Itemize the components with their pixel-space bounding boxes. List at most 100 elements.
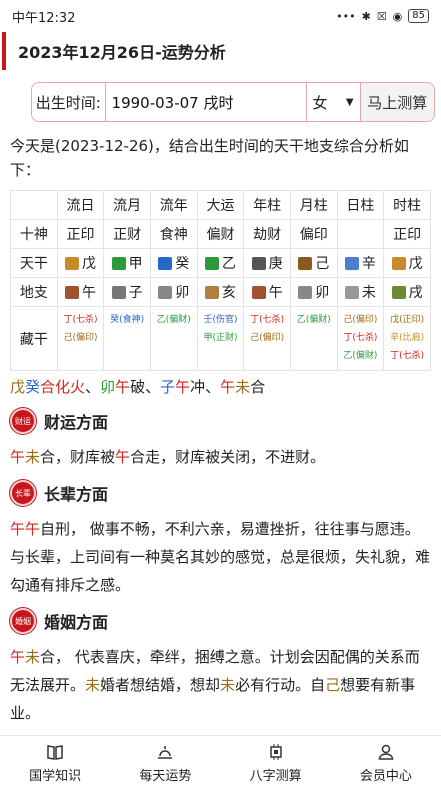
stem-branch-char: 子 [128,285,143,301]
table-cell [336,219,385,249]
relation-fragment: 未 [235,378,251,396]
user-icon [377,743,395,761]
element-symbol-icon [251,286,266,299]
table-cell: 乙 [196,248,245,278]
status-bar: 中午12:32 ••• ✱ ☒ ◉ 85 [0,0,441,32]
status-time: 中午12:32 [12,10,76,26]
element-symbol-icon [111,286,126,299]
table-cell: 己 [289,248,338,278]
section-header: 婚姻 婚姻方面 [10,607,431,635]
text-fragment: 自刑， 做事不畅，不利六亲，易遭挫折，往往事与愿违。与长辈，上司间有一种莫名其妙… [10,520,431,594]
table-cell: 未 [336,277,385,307]
scroll-content[interactable]: 出生时间: 女 ▼ 马上测算 今天是(2023-12-26)，结合出生时间的天干… [0,72,441,735]
birth-time-input[interactable] [105,83,307,121]
stem-branch-char: 卯 [315,285,330,301]
hidden-stem-item: 己(偏印) [343,315,378,325]
table-cell: 癸 [149,248,198,278]
stem-branch-char: 戌 [408,285,423,301]
relation-fragment: 合化火 [40,378,86,396]
element-symbol-icon [158,257,173,270]
book-icon [46,743,64,761]
stem-branch-char: 未 [361,285,376,301]
gender-select[interactable]: 女 ▼ [307,83,361,121]
text-fragment: 未 [220,676,236,694]
element-symbol-icon [111,257,126,270]
birth-label: 出生时间: [32,83,106,121]
section-body: 午午自刑， 做事不畅，不利六亲，易遭挫折，往往事与愿违。与长辈，上司间有一种莫名… [10,515,431,599]
page-title: 2023年12月26日-运势分析 [18,43,226,62]
tab-label: 八字测算 [249,769,302,784]
stem-branch-char: 卯 [175,285,190,301]
table-cell: 丁(七杀) 己(偏印) [243,306,291,371]
table-cell: 己(偏印) 丁(七杀) 乙(偏财) [336,306,385,371]
hidden-stem-item: 壬(伤官) [203,315,238,325]
table-header-cell: 流月 [103,190,151,220]
tab-member[interactable]: 会员中心 [331,736,441,791]
table-cell: 卯 [149,277,198,307]
analysis-sections: 财运 财运方面 午未合，财库被午合走，财库被关闭，不进财。 长辈 长辈方面 午午自刑， 做… [0,407,441,735]
tab-label: 会员中心 [359,769,412,784]
tab-guoxue[interactable]: 国学知识 [0,736,110,791]
section-body: 午未合， 代表喜庆，牵绊，捆缚之意。计划会因配偶的关系而无法展开。未婚者想结婚，… [10,643,431,727]
table-cell: 正印 [383,219,431,249]
table-cell: 庚 [243,248,291,278]
section-title: 长辈方面 [44,485,109,504]
table-cell: 戊(正印) 辛(比肩) 丁(七杀) [383,306,431,371]
relations-line: 戊癸合化火、卯午破、子午冲、午未合 [10,375,431,399]
wifi-icon: ◉ [392,9,403,23]
table-cell: 丁(七杀) 己(偏印) [56,306,105,371]
dropdown-arrow-icon: ▼ [345,96,354,108]
section-title: 婚姻方面 [44,613,109,632]
text-fragment: 未 [85,676,101,694]
text-fragment: 婚者想结婚，想却 [100,676,221,694]
relation-fragment: 癸 [25,378,41,396]
table-cell: 午 [56,277,105,307]
element-symbol-icon [344,286,359,299]
section-title: 财运方面 [44,413,109,432]
gender-value: 女 [312,93,328,112]
sun-icon [156,743,174,761]
element-symbol-icon [158,286,173,299]
zanggan-row: 藏干 丁(七杀) 己(偏印) 癸(食神) 乙(偏财) 壬(伤官) 甲(正财) 丁(七杀) 己(… [10,306,431,371]
stem-branch-char: 庚 [268,256,283,272]
tab-label: 国学知识 [29,769,82,784]
relation-fragment: 合 [250,378,266,396]
relation-fragment: 子 [160,378,176,396]
table-cell: 偏印 [289,219,338,249]
hidden-stem-item: 己(偏印) [63,333,98,343]
tab-bazi[interactable]: 八字测算 [221,736,331,791]
text-fragment: 必有行动。自 [235,676,326,694]
relation-fragment: 午 [175,378,191,396]
table-header-cell: 月柱 [289,190,338,220]
battery-icon: 85 [408,9,429,23]
stem-branch-char: 午 [81,285,96,301]
calculate-button[interactable]: 马上测算 [360,83,434,121]
stem-branch-char: 乙 [221,256,236,272]
element-symbol-icon [298,257,313,270]
relation-fragment: 、 [85,378,101,396]
text-fragment: 未 [25,448,41,466]
table-header-cell: 年柱 [243,190,291,220]
table-cell: 午 [243,277,291,307]
table-cell: 壬(伤官) 甲(正财) [196,306,245,371]
hidden-stem-item: 辛(比肩) [390,333,425,343]
stem-branch-char: 癸 [175,256,190,272]
page-title-bar: 2023年12月26日-运势分析 [2,32,441,70]
row-label: 地支 [10,277,58,307]
table-cell: 亥 [196,277,245,307]
seal-icon: 婚姻 [10,608,36,634]
bazi-table: 流日 流月 流年 大运 年柱 月柱 日柱 时柱 十神 正印 正财 食神 偏财 劫… [10,190,431,371]
element-symbol-icon [344,257,359,270]
text-fragment: 午 [10,648,26,666]
table-cell: 乙(偏财) [149,306,198,371]
text-fragment: 合，财库被 [40,448,116,466]
table-cell: 辛 [336,248,385,278]
table-cell: 甲 [103,248,151,278]
stem-branch-char: 午 [268,285,283,301]
hidden-stem-item: 丁(七杀) [343,333,378,343]
hidden-stem-item: 乙(偏财) [343,351,378,361]
relation-fragment: 午 [220,378,236,396]
hidden-stem-item: 丁(七杀) [390,351,425,361]
tab-daily-fortune[interactable]: 每天运势 [110,736,220,791]
text-fragment: 未 [25,648,41,666]
